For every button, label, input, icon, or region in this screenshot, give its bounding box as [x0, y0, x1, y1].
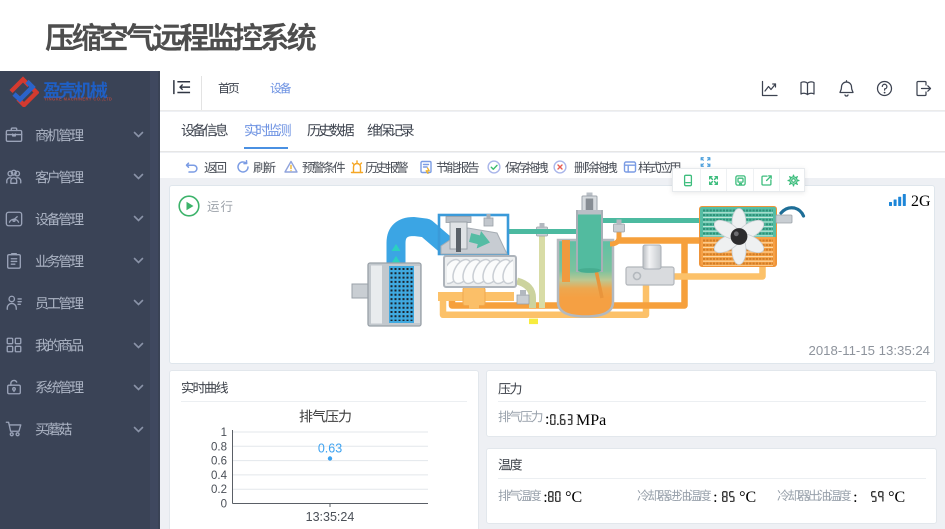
svg-text:0: 0 [221, 499, 227, 511]
svg-text:0.2: 0.2 [211, 484, 227, 496]
svg-text:0.6: 0.6 [211, 456, 227, 468]
svg-text:1: 1 [221, 427, 227, 439]
svg-text:13:35:24: 13:35:24 [306, 510, 355, 524]
svg-text:0.8: 0.8 [211, 441, 227, 453]
svg-text:0.63: 0.63 [318, 442, 342, 456]
svg-text:0.4: 0.4 [211, 470, 228, 482]
